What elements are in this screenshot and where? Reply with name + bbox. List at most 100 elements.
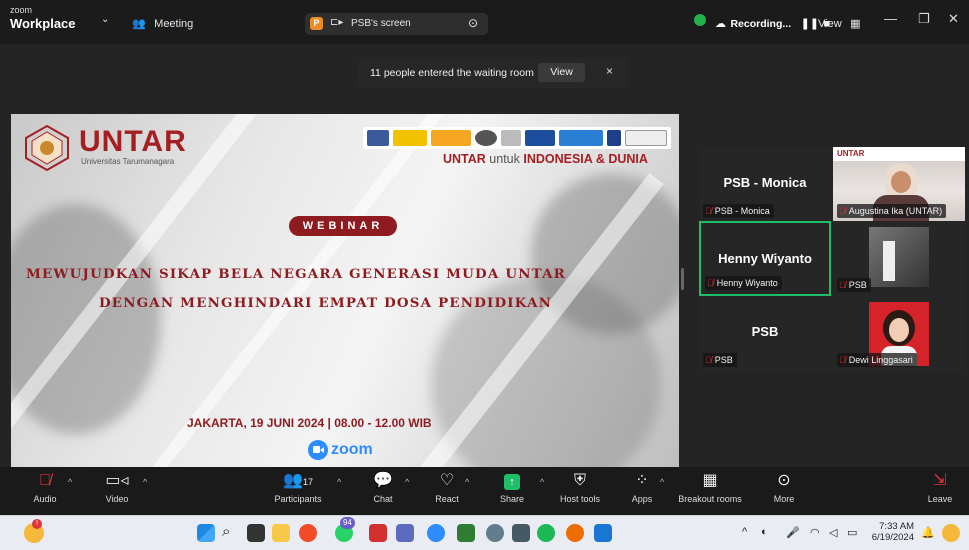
search-icon[interactable]: ⌕ [222, 523, 230, 540]
task-view-icon[interactable] [247, 524, 265, 542]
partner-logos-strip [363, 127, 671, 149]
tagline-part-c: INDONESIA & DUNIA [523, 152, 648, 166]
react-label: React [435, 494, 459, 504]
chevron-down-icon[interactable]: ⌄ [101, 14, 109, 25]
battery-icon[interactable]: ▭ [847, 526, 857, 539]
more-icon: ⊙ [777, 472, 791, 489]
chat-icon: 💬 [373, 472, 393, 489]
participant-name-tag: 🎙̸ Dewi Linggasari [837, 353, 917, 367]
chevron-up-icon[interactable]: ^ [742, 526, 747, 538]
more-button[interactable]: ⊙ More [767, 471, 801, 504]
untar-subtitle: Universitas Tarumanagara [81, 157, 175, 166]
chat-label: Chat [373, 494, 393, 504]
file-explorer-icon[interactable] [272, 524, 290, 542]
participant-name: Dewi Linggasari [848, 355, 913, 365]
waiting-room-notification: 11 people entered the waiting room View … [358, 58, 628, 88]
participant-tile-active-speaker[interactable]: Henny Wiyanto 🎙̸ Henny Wiyanto [699, 221, 831, 296]
face-shape [891, 171, 911, 193]
more-options-icon[interactable]: ⊙ [468, 16, 478, 30]
clock[interactable]: 7:33 AM 6/19/2024 [870, 521, 914, 543]
apps-icon: ⁘ [635, 472, 649, 489]
muted-mic-icon: 🎙̸ [707, 278, 714, 288]
participant-tile[interactable]: 🎙̸ PSB [833, 221, 965, 296]
participant-tile[interactable]: PSB - Monica 🎙̸ PSB - Monica [699, 147, 831, 222]
chrome-icon[interactable] [299, 524, 317, 542]
participant-avatar [869, 227, 929, 287]
spotify-icon[interactable] [537, 524, 555, 542]
shield-check-icon[interactable] [694, 14, 706, 26]
chevron-up-icon[interactable]: ^ [405, 477, 409, 487]
notification-close-icon[interactable]: × [606, 64, 613, 78]
teams-icon[interactable] [396, 524, 414, 542]
notification-bell-icon[interactable]: 🔔 [921, 526, 935, 539]
meeting-button[interactable]: 👥 Meeting [132, 14, 193, 32]
pause-icon[interactable]: ❚❚ [801, 18, 819, 30]
chevron-up-icon[interactable]: ^ [68, 477, 72, 487]
zoom-logo-text: zoom [331, 441, 373, 458]
chevron-up-icon[interactable]: ^ [143, 477, 147, 487]
brand-top: zoom [10, 5, 33, 15]
apps-button[interactable]: ⁘ Apps [627, 471, 657, 504]
audio-button[interactable]: 🎙̸ Audio [30, 471, 60, 504]
wifi-icon[interactable]: ◠ [810, 526, 820, 539]
presenter-avatar-icon: P [310, 17, 323, 30]
word-icon[interactable] [594, 524, 612, 542]
panel-resize-handle[interactable] [681, 268, 684, 290]
zoom-workplace-logo: zoom Workplace [10, 5, 76, 31]
muted-mic-icon: 🎙̸ [839, 280, 846, 290]
meeting-toolbar: 🎙̸ Audio ^ ▭◃ Video ^ 👥17 Participants ^… [0, 467, 969, 515]
tray-app-icon[interactable]: ◐ [761, 526, 768, 538]
avatar-figure [883, 241, 895, 281]
participant-name-tag: 🎙̸ PSB [703, 353, 737, 367]
microphone-icon[interactable]: 🎤 [786, 526, 800, 539]
notification-view-button[interactable]: View [538, 63, 585, 82]
chevron-up-icon[interactable]: ^ [540, 477, 544, 487]
participant-name-tag: 🎙̸ Augustina Ika (UNTAR) [837, 204, 947, 218]
zoom-taskbar-icon[interactable] [427, 524, 445, 542]
tagline-part-b: untuk [485, 152, 524, 166]
settings-icon[interactable] [486, 524, 504, 542]
chrome-profile-icon[interactable] [566, 524, 584, 542]
participant-tile[interactable]: PSB 🎙̸ PSB [699, 296, 831, 371]
headline-line-1: MEWUJUDKAN SIKAP BELA NEGARA GENERASI MU… [26, 266, 566, 282]
muted-mic-icon: 🎙̸ [839, 206, 846, 216]
view-button[interactable]: View ▦ [818, 14, 861, 32]
muted-mic-icon: 🎙̸ [705, 206, 712, 216]
leave-button[interactable]: ⇲ Leave [925, 471, 955, 504]
windows-start-icon[interactable] [197, 524, 215, 542]
copilot-icon[interactable] [942, 524, 960, 542]
calculator-icon[interactable] [457, 524, 475, 542]
screen-share-icon: ⊏▸ [330, 17, 344, 28]
weather-alert-badge: ! [32, 519, 42, 529]
cloud-icon: ☁ [715, 18, 726, 30]
share-button[interactable]: ↑ Share [497, 471, 527, 504]
muted-mic-icon: 🎙̸ [39, 472, 51, 489]
participants-label: Participants [274, 494, 322, 504]
view-label: View [818, 18, 842, 30]
participant-tile[interactable]: 🎙̸ Dewi Linggasari [833, 296, 965, 371]
grid-view-icon: ▦ [850, 18, 861, 30]
minimize-icon[interactable]: — [884, 11, 897, 26]
host-tools-label: Host tools [559, 494, 601, 504]
video-button[interactable]: ▭◃ Video [102, 471, 132, 504]
close-icon[interactable]: ✕ [948, 11, 959, 27]
acrobat-icon[interactable] [369, 524, 387, 542]
host-tools-button[interactable]: ⛨ Host tools [558, 471, 602, 504]
chevron-up-icon[interactable]: ^ [465, 477, 469, 487]
recording-indicator[interactable]: ☁ Recording... ❚❚ ■ [715, 14, 830, 32]
camera-icon[interactable] [512, 524, 530, 542]
webinar-badge: WEBINAR [289, 216, 397, 236]
react-button[interactable]: ♡ React [432, 471, 462, 504]
chevron-up-icon[interactable]: ^ [660, 477, 664, 487]
restore-icon[interactable]: ❐ [918, 11, 930, 27]
chat-button[interactable]: 💬 Chat [368, 471, 398, 504]
participants-icon: 👥17 [283, 472, 313, 489]
shared-screen-slide: UNTAR Universitas Tarumanagara UNTAR unt… [11, 114, 679, 488]
participant-tile[interactable]: UNTAR 🎙̸ Augustina Ika (UNTAR) [833, 147, 965, 222]
volume-icon[interactable]: ◁ [829, 526, 837, 539]
screen-share-pill[interactable]: P ⊏▸ PSB's screen ⊙ [305, 13, 488, 35]
apps-label: Apps [631, 494, 653, 504]
chevron-up-icon[interactable]: ^ [337, 477, 341, 487]
participants-button[interactable]: 👥17 Participants [272, 471, 324, 504]
breakout-rooms-button[interactable]: ▦ Breakout rooms [675, 471, 745, 504]
